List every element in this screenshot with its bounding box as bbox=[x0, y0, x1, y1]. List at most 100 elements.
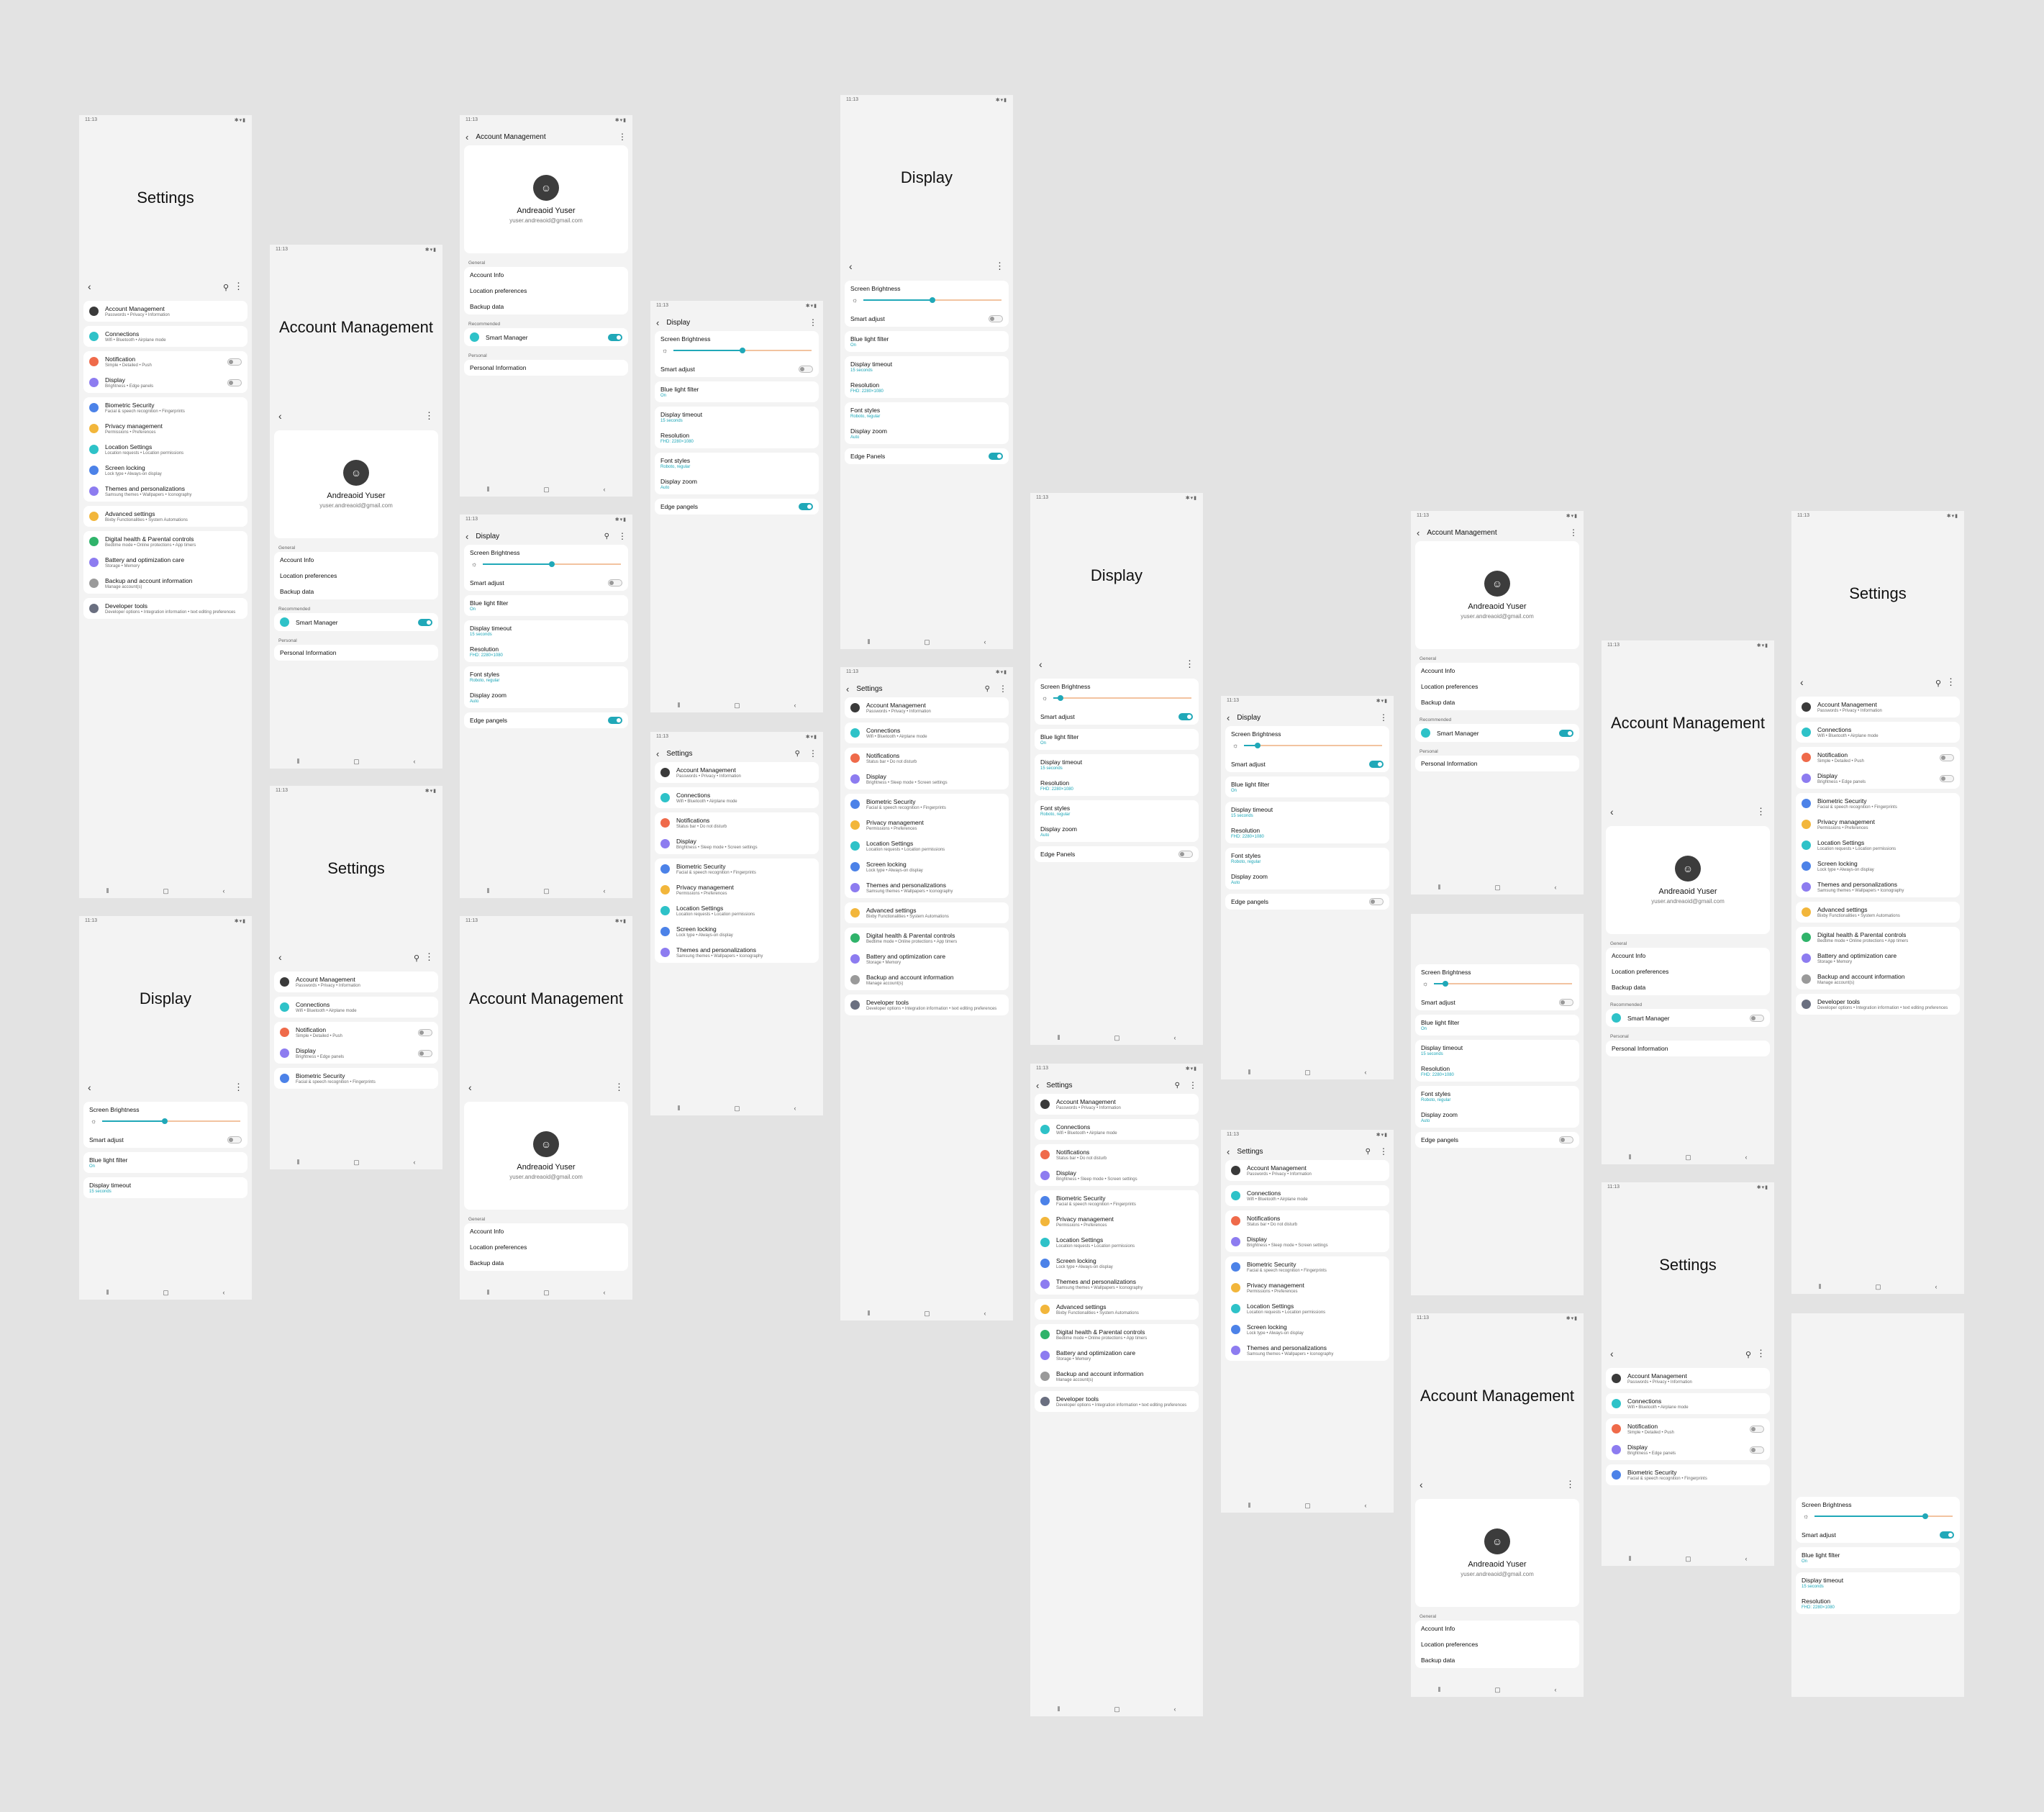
more-vert-icon[interactable]: ⋮ bbox=[999, 684, 1007, 694]
more-vert-icon[interactable]: ⋮ bbox=[1756, 1348, 1766, 1359]
back-icon[interactable]: ‹ bbox=[656, 748, 659, 759]
edge-panels-toggle[interactable] bbox=[989, 453, 1003, 460]
display-item[interactable]: Blue light filter On bbox=[464, 595, 628, 616]
recents-icon[interactable]: ⦀ bbox=[1248, 1069, 1250, 1077]
settings-item-themes[interactable]: Themes and personalizations Samsung them… bbox=[845, 877, 1009, 898]
display-item[interactable]: Display timeout 15 seconds bbox=[1225, 802, 1389, 823]
recents-icon[interactable]: ⦀ bbox=[486, 887, 489, 895]
settings-item-privacy[interactable]: Privacy management Permissions • Prefere… bbox=[845, 815, 1009, 835]
display-item[interactable]: Display timeout 15 seconds bbox=[1415, 1040, 1579, 1061]
back-icon[interactable]: ‹ bbox=[278, 410, 282, 422]
settings-item-account[interactable]: Account Management Passwords • Privacy •… bbox=[845, 697, 1009, 718]
display-item[interactable]: Resolution FHD: 2280×1080 bbox=[1035, 775, 1199, 796]
display-item[interactable]: Blue light filter On bbox=[1225, 776, 1389, 797]
settings-item-biometric[interactable]: Biometric Security Facial & speech recog… bbox=[83, 397, 247, 418]
more-vert-icon[interactable]: ⋮ bbox=[618, 531, 627, 541]
home-icon[interactable]: ▢ bbox=[1685, 1154, 1691, 1161]
display-item[interactable]: Blue light filter On bbox=[1796, 1547, 1960, 1568]
settings-item-advanced[interactable]: Advanced settings Bixby Functionalities … bbox=[845, 902, 1009, 923]
settings-item-developer[interactable]: Developer tools Developer options • Inte… bbox=[83, 598, 247, 619]
back-icon[interactable]: ‹ bbox=[794, 702, 796, 709]
settings-item-display[interactable]: Display Brightness • Edge panels bbox=[83, 372, 247, 393]
account-item[interactable]: Personal Information bbox=[464, 360, 628, 376]
home-icon[interactable]: ▢ bbox=[1685, 1555, 1691, 1563]
account-item[interactable]: Personal Information bbox=[274, 645, 438, 661]
recents-icon[interactable]: ⦀ bbox=[867, 638, 870, 646]
edge-panels-toggle[interactable] bbox=[608, 717, 622, 724]
account-item[interactable]: Backup data bbox=[1606, 979, 1770, 995]
settings-item-notification[interactable]: Notification Simple • Detailed • Push bbox=[1796, 747, 1960, 768]
back-icon[interactable]: ‹ bbox=[1555, 1686, 1557, 1693]
smart-adjust-item[interactable]: Smart adjust bbox=[464, 575, 628, 591]
back-icon[interactable]: ‹ bbox=[604, 1289, 606, 1296]
settings-item-location[interactable]: Location Settings Location requests • Lo… bbox=[655, 900, 819, 921]
home-icon[interactable]: ▢ bbox=[1494, 884, 1501, 892]
smart-manager-item[interactable]: Smart Manager bbox=[274, 613, 438, 631]
home-icon[interactable]: ▢ bbox=[1304, 1069, 1311, 1077]
settings-item-location[interactable]: Location Settings Location requests • Lo… bbox=[1225, 1298, 1389, 1319]
settings-item-location[interactable]: Location Settings Location requests • Lo… bbox=[1035, 1232, 1199, 1253]
display-item[interactable]: Resolution FHD: 2280×1080 bbox=[464, 641, 628, 662]
avatar[interactable]: ☺ bbox=[533, 175, 559, 201]
settings-item-themes[interactable]: Themes and personalizations Samsung them… bbox=[1796, 876, 1960, 897]
search-icon[interactable]: ⚲ bbox=[604, 533, 609, 540]
display-item[interactable]: Display timeout 15 seconds bbox=[83, 1177, 247, 1198]
account-item[interactable]: Account Info bbox=[1415, 1621, 1579, 1636]
home-icon[interactable]: ▢ bbox=[163, 887, 169, 895]
settings-item-biometric[interactable]: Biometric Security Facial & speech recog… bbox=[274, 1068, 438, 1089]
settings-item-locking[interactable]: Screen locking Lock type • Always-on dis… bbox=[1796, 856, 1960, 876]
display-item[interactable]: Display zoom Auto bbox=[655, 474, 819, 494]
settings-toggle[interactable] bbox=[1940, 753, 1954, 761]
more-vert-icon[interactable]: ⋮ bbox=[995, 261, 1004, 272]
account-item[interactable]: Backup data bbox=[274, 584, 438, 599]
back-icon[interactable]: ‹ bbox=[223, 887, 225, 894]
settings-item-digital[interactable]: Digital health & Parental controls Bedti… bbox=[83, 531, 247, 552]
avatar[interactable]: ☺ bbox=[1675, 856, 1701, 882]
recents-icon[interactable]: ⦀ bbox=[106, 887, 109, 895]
home-icon[interactable]: ▢ bbox=[924, 638, 930, 646]
brightness-slider[interactable]: ☼ bbox=[464, 561, 628, 575]
settings-item-advanced[interactable]: Advanced settings Bixby Functionalities … bbox=[1035, 1299, 1199, 1320]
more-vert-icon[interactable]: ⋮ bbox=[1379, 712, 1388, 722]
display-item[interactable]: Resolution FHD: 2280×1080 bbox=[1225, 823, 1389, 843]
display-item[interactable]: Resolution FHD: 2280×1080 bbox=[1796, 1593, 1960, 1614]
account-item[interactable]: Account Info bbox=[464, 267, 628, 283]
back-icon[interactable]: ‹ bbox=[1610, 1348, 1614, 1359]
back-icon[interactable]: ‹ bbox=[465, 132, 468, 142]
settings-item-themes[interactable]: Themes and personalizations Samsung them… bbox=[1225, 1340, 1389, 1361]
settings-item-digital[interactable]: Digital health & Parental controls Bedti… bbox=[845, 928, 1009, 948]
smart-adjust-item[interactable]: Smart adjust bbox=[1796, 1527, 1960, 1543]
back-icon[interactable]: ‹ bbox=[1745, 1555, 1748, 1562]
back-icon[interactable]: ‹ bbox=[604, 887, 606, 894]
account-item[interactable]: Backup data bbox=[464, 299, 628, 314]
settings-toggle[interactable] bbox=[227, 379, 242, 386]
settings-item-location[interactable]: Location Settings Location requests • Lo… bbox=[845, 835, 1009, 856]
settings-item-notification[interactable]: Notification Simple • Detailed • Push bbox=[274, 1022, 438, 1043]
settings-item-connections[interactable]: Connections Wifi • Bluetooth • Airplane … bbox=[274, 997, 438, 1018]
settings-item-advanced[interactable]: Advanced settings Bixby Functionalities … bbox=[1796, 902, 1960, 923]
avatar[interactable]: ☺ bbox=[1484, 1528, 1510, 1554]
smart-manager-toggle[interactable] bbox=[1750, 1014, 1764, 1022]
recents-icon[interactable]: ⦀ bbox=[486, 486, 489, 494]
more-vert-icon[interactable]: ⋮ bbox=[1569, 527, 1578, 538]
back-icon[interactable]: ‹ bbox=[1610, 806, 1614, 817]
smart-adjust-toggle[interactable] bbox=[1369, 761, 1384, 768]
brightness-slider[interactable]: ☼ bbox=[1225, 742, 1389, 756]
display-item[interactable]: Font styles Roboto, regular bbox=[1415, 1086, 1579, 1107]
settings-item-backup[interactable]: Backup and account information Manage ac… bbox=[83, 573, 247, 594]
smart-adjust-toggle[interactable] bbox=[1940, 1531, 1954, 1539]
settings-item-biometric[interactable]: Biometric Security Facial & speech recog… bbox=[655, 859, 819, 879]
more-vert-icon[interactable]: ⋮ bbox=[1756, 806, 1766, 817]
settings-item-developer[interactable]: Developer tools Developer options • Inte… bbox=[1035, 1391, 1199, 1412]
smart-adjust-toggle[interactable] bbox=[608, 579, 622, 586]
smart-adjust-toggle[interactable] bbox=[989, 315, 1003, 322]
account-item[interactable]: Location preferences bbox=[464, 1239, 628, 1255]
display-item[interactable]: Font styles Roboto, regular bbox=[1225, 848, 1389, 869]
settings-item-notifications[interactable]: Notifications Status bar • Do not distur… bbox=[1035, 1144, 1199, 1165]
settings-item-connections[interactable]: Connections Wifi • Bluetooth • Airplane … bbox=[845, 722, 1009, 743]
account-item[interactable]: Account Info bbox=[274, 552, 438, 568]
home-icon[interactable]: ▢ bbox=[734, 702, 740, 710]
recents-icon[interactable]: ⦀ bbox=[1248, 1502, 1250, 1510]
display-item[interactable]: Display timeout 15 seconds bbox=[655, 407, 819, 427]
settings-item-privacy[interactable]: Privacy management Permissions • Prefere… bbox=[1796, 814, 1960, 835]
